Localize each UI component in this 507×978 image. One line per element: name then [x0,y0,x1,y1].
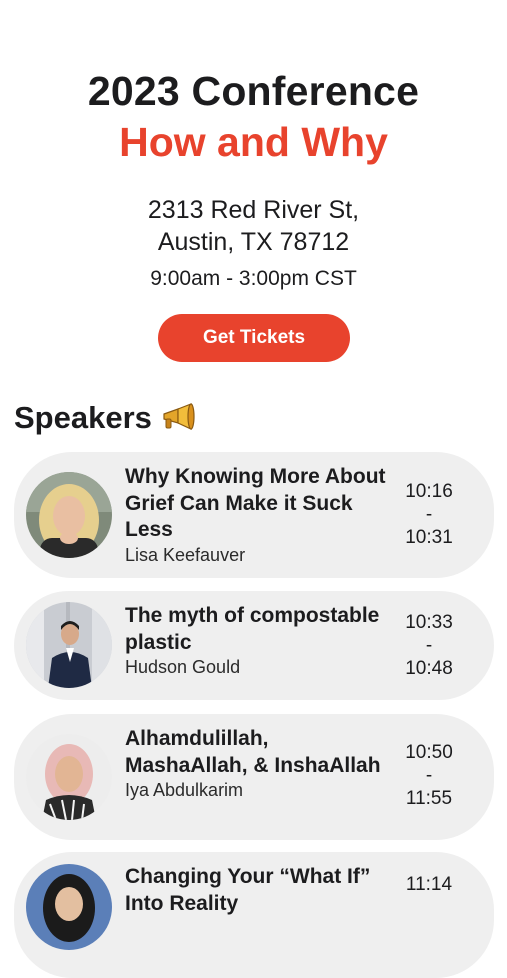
talk-title: Changing Your “What If” Into Reality [125,865,371,915]
talk-time: 11:14 [394,873,464,896]
talk-title: Alhamdulillah, MashaAllah, & InshaAllah [125,727,381,777]
talk-end: 10:31 [405,527,453,548]
speaker-name: Hudson Gould [125,657,241,677]
conference-title: 2023 Conference [87,68,420,114]
talk-start: 10:33 [405,612,453,633]
talk-title: Why Knowing More About Grief Can Make it… [125,465,386,541]
speaker-card-text: The myth of compostable plastic Hudson G… [125,603,395,678]
speaker-card[interactable]: The myth of compostable plastic Hudson G… [14,591,494,700]
speaker-name: Iya Abdulkarim [125,780,244,800]
venue-address: 2313 Red River St, Austin, TX 78712 [0,194,507,258]
address-line-1: 2313 Red River St, [147,196,360,224]
speaker-avatar [26,472,112,558]
speaker-card[interactable]: Changing Your “What If” Into Reality 11:… [14,852,494,978]
speakers-heading-label: Speakers [14,400,152,435]
talk-end: 10:48 [405,658,453,679]
event-hours: 9:00am - 3:00pm CST [150,267,357,290]
speaker-card-text: Alhamdulillah, MashaAllah, & InshaAllah … [125,726,395,801]
talk-start: 10:50 [405,742,453,763]
get-tickets-button[interactable]: Get Tickets [158,314,350,362]
conference-subtitle: How and Why [119,119,388,165]
talk-time: 10:50 - 11:55 [394,741,464,810]
speaker-avatar [26,864,112,950]
address-line-2: Austin, TX 78712 [157,228,350,256]
talk-start: 11:14 [405,874,453,895]
talk-time-separator: - [425,635,433,656]
speaker-card[interactable]: Alhamdulillah, MashaAllah, & InshaAllah … [14,714,494,840]
megaphone-icon [163,403,195,430]
talk-title: The myth of compostable plastic [125,604,380,654]
talk-end: 11:55 [405,788,453,809]
speaker-card-text: Changing Your “What If” Into Reality [125,864,395,917]
speaker-avatar [26,602,112,688]
speaker-name: Lisa Keefauver [125,544,246,565]
talk-time-separator: - [425,765,433,786]
conference-header: 2023 Conference How and Why 2313 Red Riv… [0,66,507,294]
speaker-card[interactable]: Why Knowing More About Grief Can Make it… [14,452,494,578]
talk-time: 10:16 - 10:31 [394,480,464,549]
speakers-heading: Speakers [14,398,196,438]
talk-start: 10:16 [405,481,453,502]
talk-time: 10:33 - 10:48 [394,611,464,680]
speaker-card-text: Why Knowing More About Grief Can Make it… [125,464,395,566]
speaker-avatar [26,734,112,820]
talk-time-separator: - [425,504,433,525]
